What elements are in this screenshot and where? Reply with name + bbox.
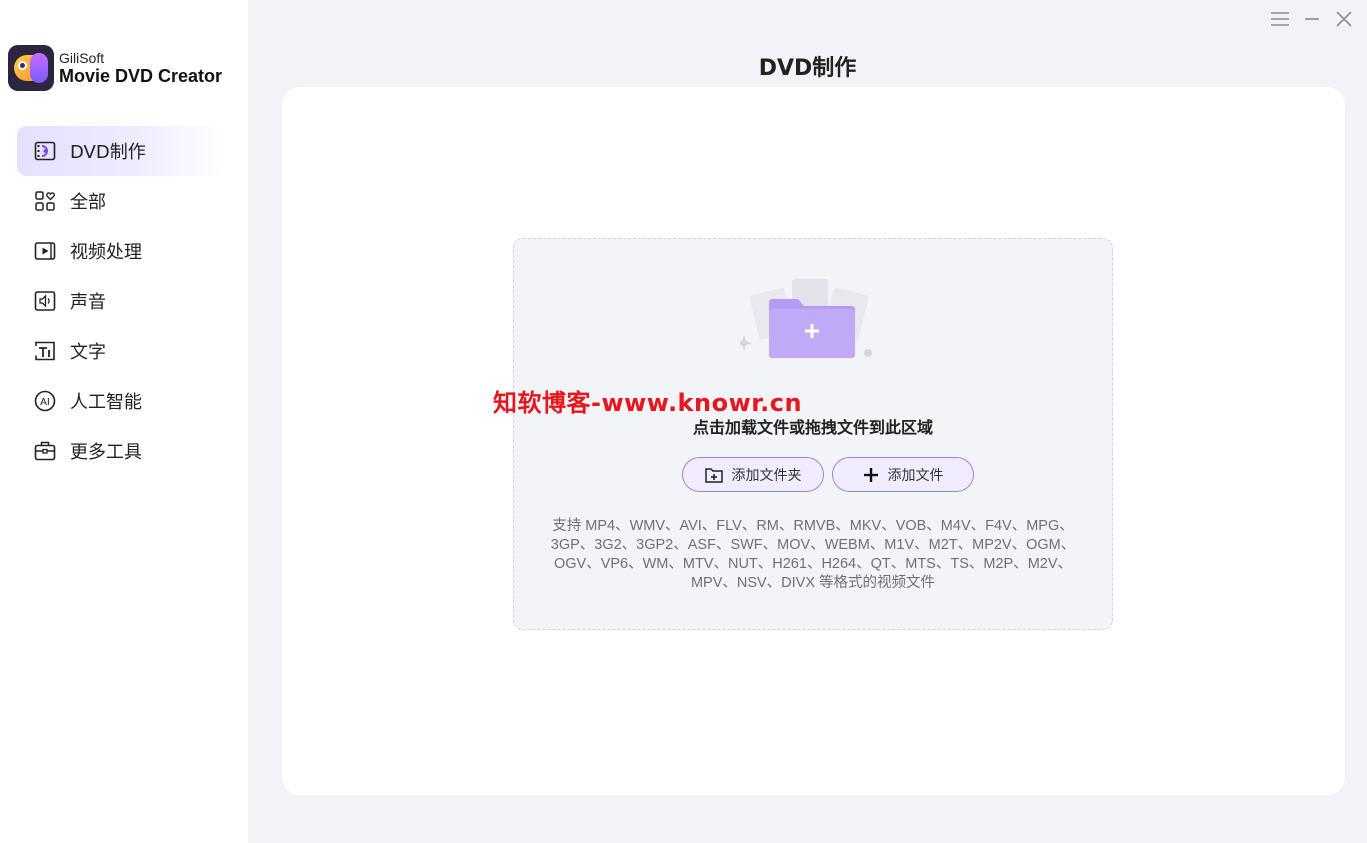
svg-text:AI: AI xyxy=(40,397,50,408)
app-logo xyxy=(8,45,54,91)
brand: GiliSoft Movie DVD Creator xyxy=(8,45,222,91)
sidebar-item-label: 人工智能 xyxy=(70,392,142,413)
video-play-icon xyxy=(33,239,57,263)
close-icon[interactable] xyxy=(1335,8,1353,30)
supported-formats: 支持 MP4、WMV、AVI、FLV、RM、RMVB、MKV、VOB、M4V、F… xyxy=(532,517,1094,593)
sidebar-item-label: 文字 xyxy=(70,342,106,363)
drop-zone[interactable]: 点击加载文件或拖拽文件到此区域 添加文件夹 添加文件 支持 MP4、WMV、AV… xyxy=(513,238,1113,630)
menu-icon[interactable] xyxy=(1271,8,1289,30)
brand-small: GiliSoft xyxy=(59,49,105,66)
add-file-label: 添加文件 xyxy=(887,467,944,484)
sidebar-item-dvd[interactable]: DVD制作 xyxy=(17,126,227,176)
add-buttons: 添加文件夹 添加文件 xyxy=(682,457,974,492)
sidebar-item-label: 视频处理 xyxy=(70,242,142,263)
minimize-icon[interactable] xyxy=(1303,8,1321,30)
main-panel: 点击加载文件或拖拽文件到此区域 添加文件夹 添加文件 支持 MP4、WMV、AV… xyxy=(282,87,1345,795)
folder-add-icon[interactable] xyxy=(740,277,880,367)
folder-plus-icon xyxy=(704,467,723,483)
add-folder-label: 添加文件夹 xyxy=(731,467,802,484)
brand-name: Movie DVD Creator xyxy=(59,65,223,86)
grid-icon xyxy=(33,189,57,213)
sidebar: GiliSoft Movie DVD Creator DVD制作 全部 视频处理 xyxy=(0,0,248,843)
sidebar-item-video[interactable]: 视频处理 xyxy=(17,226,227,276)
sidebar-item-ai[interactable]: AI 人工智能 xyxy=(17,376,227,426)
formats-line: MPV、NSV、DIVX 等格式的视频文件 xyxy=(690,575,936,591)
toolbox-icon xyxy=(33,439,57,463)
sidebar-item-text[interactable]: 文字 xyxy=(17,326,227,376)
plus-icon xyxy=(863,467,879,483)
sidebar-item-label: 更多工具 xyxy=(70,442,142,463)
sidebar-item-sound[interactable]: 声音 xyxy=(17,276,227,326)
watermark: 知软博客-www.knowr.cn xyxy=(493,389,803,417)
sidebar-item-label: DVD制作 xyxy=(70,142,146,163)
sidebar-item-more-tools[interactable]: 更多工具 xyxy=(17,426,227,476)
sidebar-item-label: 声音 xyxy=(70,292,106,313)
text-icon xyxy=(33,339,57,363)
formats-line: 3GP、3G2、3GP2、ASF、SWF、MOV、WEBM、M1V、M2T、MP… xyxy=(550,537,1076,553)
formats-line: OGV、VP6、WM、MTV、NUT、H261、H264、QT、MTS、TS、M… xyxy=(553,556,1073,572)
dvd-icon xyxy=(33,139,57,163)
add-file-button[interactable]: 添加文件 xyxy=(832,457,974,492)
add-folder-button[interactable]: 添加文件夹 xyxy=(682,457,824,492)
formats-line: 支持 MP4、WMV、AVI、FLV、RM、RMVB、MKV、VOB、M4V、F… xyxy=(552,518,1074,534)
sidebar-item-label: 全部 xyxy=(70,192,106,213)
window-controls xyxy=(1271,8,1353,30)
ai-icon: AI xyxy=(33,389,57,413)
sidebar-nav: DVD制作 全部 视频处理 声音 文字 AI 人工智能 更多工具 xyxy=(17,126,227,476)
page-title: DVD制作 xyxy=(758,56,857,81)
sound-icon xyxy=(33,289,57,313)
sidebar-item-all[interactable]: 全部 xyxy=(17,176,227,226)
